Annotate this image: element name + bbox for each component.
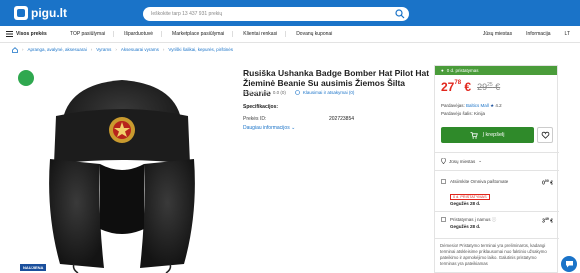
- divider: [435, 211, 559, 212]
- delivery-option-home[interactable]: Pristatymas į namus ⓘ 349 € Gegužės 28 d…: [441, 217, 553, 237]
- home-icon[interactable]: [12, 47, 18, 53]
- question-icon: [295, 90, 300, 95]
- new-badge: NAUJIENA: [20, 264, 47, 271]
- all-categories-label: Visos prekės: [16, 31, 47, 37]
- delivery-banner-text: 0 d. pristatymas: [446, 68, 479, 73]
- nav-link-marketplace[interactable]: Marketplace pasiūlymai: [172, 31, 234, 37]
- old-price-currency: €: [495, 82, 501, 92]
- heart-icon: [541, 131, 549, 139]
- logo[interactable]: pigu.lt: [14, 5, 67, 21]
- chevron-down-icon: ⌄: [291, 125, 296, 131]
- info-icon: ⓘ: [491, 217, 497, 222]
- logo-text: pigu.lt: [31, 6, 67, 20]
- logo-icon: [14, 6, 28, 20]
- delivery-note: Dėmesio! Pristatymo terminai yra prelimi…: [440, 243, 547, 266]
- divider: [435, 152, 559, 153]
- breadcrumb-item[interactable]: Vyriški šalikai, kepurės, pirštinės: [168, 47, 233, 53]
- delivery-option-parcel-locker[interactable]: Atsiimkite Omniva paštomate 000 € 0 d. P…: [441, 179, 553, 209]
- specs-heading: Specifikacijos:: [243, 104, 279, 110]
- delivery-banner: ● 0 d. pristatymas: [435, 66, 557, 75]
- star-rating-icon: ★★★★★: [243, 90, 270, 96]
- seller-row: Pardavėjas: Baltics Mall ★ 4.2: [441, 103, 502, 109]
- old-price-main: 29: [477, 82, 488, 92]
- breadcrumb-item[interactable]: Aksesuarai vyrams: [121, 47, 159, 53]
- seller-label: Pardavėjas:: [441, 103, 465, 108]
- nav-links: TOP pasiūlymai Išparduotuvė Marketplace …: [70, 31, 340, 37]
- breadcrumb-separator: ›: [90, 47, 93, 52]
- ushanka-hat-image: [49, 80, 195, 273]
- add-to-cart-button[interactable]: Į krepšelį: [441, 127, 534, 143]
- info-menu[interactable]: Informacija: [526, 31, 550, 37]
- option-name: Atsiimkite Omniva paštomate: [450, 179, 509, 184]
- price-cents: 78: [454, 80, 462, 86]
- option-price-cents: 00: [544, 179, 549, 183]
- questions-link[interactable]: Klausimai ir atsakymai (0): [303, 90, 355, 95]
- product-image[interactable]: NAUJIENA: [12, 64, 230, 273]
- seller-country: Pardavėjo šalis: Kinija: [441, 111, 486, 116]
- nav-right: Jūsų miestas Informacija LT: [483, 31, 570, 37]
- cart-icon: [470, 131, 479, 139]
- seller-rating: 4.2: [495, 103, 502, 108]
- current-price: 2778 €: [441, 80, 471, 94]
- nav-link-gift[interactable]: Dovanų kuponai: [296, 31, 340, 37]
- delivery-tag: 0 d. PRISTATYMAS: [450, 194, 490, 200]
- search-input[interactable]: Ieškokite tarp 13 437 931 prekių: [143, 7, 409, 21]
- city-picker[interactable]: Jūsų miestas ⌄: [441, 158, 482, 164]
- option-price: 349 €: [542, 217, 553, 225]
- checkbox[interactable]: [441, 179, 446, 184]
- buy-box: ● 0 d. pristatymas 2778 € 2925 € Pardavė…: [434, 65, 559, 273]
- rating-row: ★★★★★ 0.0 (0) Klausimai ir atsakymai (0): [243, 89, 354, 96]
- more-info-link[interactable]: Daugiau informacijos ⌄: [243, 125, 295, 131]
- old-price-cents: 25: [487, 82, 493, 88]
- breadcrumb-separator: ›: [162, 47, 165, 52]
- breadcrumb-separator: ›: [115, 47, 117, 52]
- price-row: 2778 € 2925 €: [441, 80, 500, 94]
- rating-text: 0.0 (0): [272, 90, 286, 95]
- nav-link-clients[interactable]: Klientai renkasi: [243, 31, 287, 37]
- chat-icon: [565, 261, 573, 268]
- star-icon: ★: [490, 103, 495, 108]
- nav-link-top[interactable]: TOP pasiūlymai: [70, 31, 115, 37]
- divider: [435, 238, 559, 239]
- option-name-text: Pristatymas į namus: [450, 217, 491, 222]
- divider: [435, 170, 559, 171]
- city-label: Jūsų miestas: [449, 158, 476, 164]
- chat-button[interactable]: [561, 256, 577, 272]
- old-price: 2925 €: [477, 82, 500, 92]
- spec-label: Prekės ID:: [243, 116, 267, 122]
- delivery-date: Gegužės 28 d.: [450, 201, 481, 206]
- option-price-cents: 49: [544, 217, 549, 221]
- breadcrumb-item[interactable]: Apranga, avalynė, aksesuarai: [28, 47, 87, 53]
- search-placeholder: Ieškokite tarp 13 437 931 prekių: [151, 11, 223, 17]
- more-info-label: Daugiau informacijos: [243, 125, 290, 131]
- spec-value: 202723854: [329, 116, 355, 122]
- chevron-down-icon: ⌄: [478, 158, 483, 163]
- breadcrumb: › Apranga, avalynė, aksesuarai › Vyrams …: [12, 47, 233, 53]
- check-icon: ●: [441, 68, 444, 73]
- top-bar: pigu.lt Ieškokite tarp 13 437 931 prekių: [0, 0, 580, 26]
- option-price: 000 €: [542, 179, 553, 187]
- checkbox[interactable]: [441, 217, 446, 222]
- language-selector[interactable]: LT: [565, 31, 570, 37]
- add-to-cart-label: Į krepšelį: [482, 132, 505, 138]
- menu-icon: [6, 31, 13, 37]
- price-main: 27: [441, 80, 455, 94]
- main-nav: Visos prekės TOP pasiūlymai Išparduotuvė…: [0, 26, 580, 43]
- city-selector[interactable]: Jūsų miestas: [483, 31, 512, 37]
- search-icon[interactable]: [395, 9, 405, 19]
- all-categories-button[interactable]: Visos prekės: [6, 31, 47, 37]
- breadcrumb-separator: ›: [22, 47, 24, 52]
- favorite-button[interactable]: [537, 127, 553, 143]
- price-currency: €: [464, 80, 472, 94]
- delivery-date: Gegužės 28 d.: [450, 224, 481, 229]
- seller-link[interactable]: Baltics Mall: [466, 103, 489, 108]
- location-pin-icon: [441, 158, 446, 164]
- option-name: Pristatymas į namus ⓘ: [450, 217, 496, 223]
- breadcrumb-item[interactable]: Vyrams: [96, 47, 111, 53]
- nav-link-sale[interactable]: Išparduotuvė: [124, 31, 163, 37]
